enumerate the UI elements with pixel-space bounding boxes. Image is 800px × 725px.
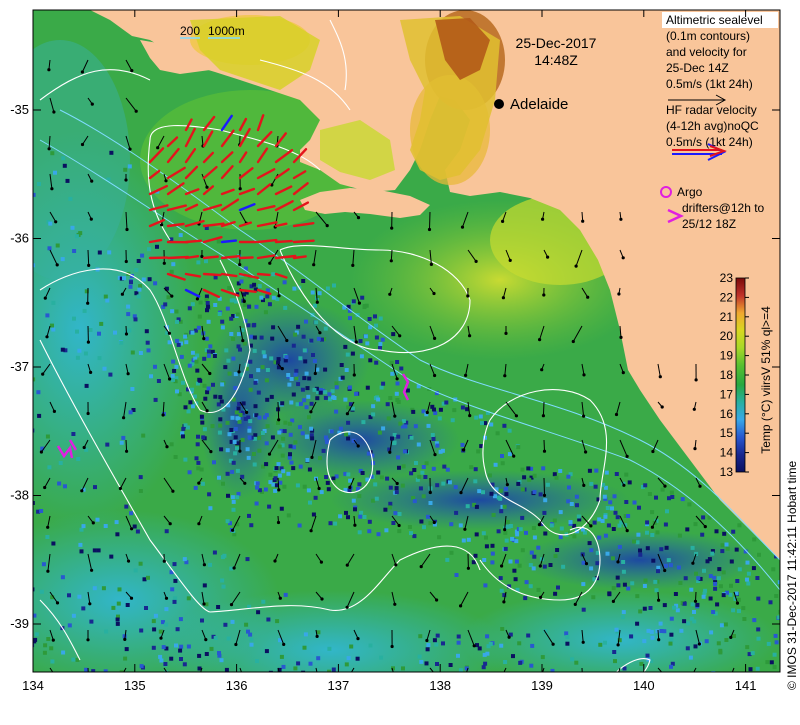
- depth-contour-key: 200 1000m: [180, 24, 245, 38]
- depth-key-1000m: 1000m: [208, 24, 245, 38]
- lon-tick-label: 138: [429, 678, 451, 693]
- colorbar-tick-label: 21: [720, 310, 734, 324]
- lon-tick-label: 137: [328, 678, 350, 693]
- legend-alt-line4: 25-Dec 14Z: [666, 61, 729, 75]
- legend-hf-line3: 0.5m/s (1kt 24h): [666, 135, 753, 149]
- colorbar-tick-label: 23: [720, 271, 734, 285]
- sst-map-figure: Adelaide 25-Dec-2017 14:48Z 200 1000m Al…: [0, 0, 800, 720]
- legend-argo-line1: Argo: [677, 185, 703, 199]
- lat-tick-label: -35: [10, 102, 29, 117]
- legend-alt-line1: Altimetric sealevel: [666, 13, 763, 27]
- datetime-line2: 14:48Z: [534, 52, 578, 68]
- lon-tick-label: 136: [226, 678, 248, 693]
- adelaide-marker: [494, 99, 504, 109]
- legend-alt-line3: and velocity for: [666, 45, 747, 59]
- lat-tick-label: -39: [10, 616, 29, 631]
- lat-tick-label: -37: [10, 359, 29, 374]
- colorbar-tick-label: 18: [720, 368, 734, 382]
- lat-tick-label: -38: [10, 488, 29, 503]
- legend-hf-line2: (4-12h avg)noQC: [666, 119, 759, 133]
- lon-tick-label: 134: [22, 678, 44, 693]
- lat-tick-label: -36: [10, 231, 29, 246]
- legend-hf-line1: HF radar velocity: [666, 103, 757, 117]
- depth-key-200: 200: [180, 24, 200, 38]
- colorbar-label: Temp (°C) viirsV 51% ql>=4: [759, 306, 773, 454]
- colorbar-tick-label: 19: [720, 349, 734, 363]
- legend-alt-line5: 0.5m/s (1kt 24h): [666, 77, 753, 91]
- colorbar-tick-label: 15: [720, 426, 734, 440]
- legend-argo-line2: drifters@12h to: [682, 201, 765, 215]
- colorbar-tick-label: 17: [720, 387, 734, 401]
- colorbar-tick-label: 22: [720, 290, 734, 304]
- lon-tick-label: 135: [124, 678, 146, 693]
- colorbar-tick-label: 14: [720, 446, 734, 460]
- lon-tick-label: 141: [735, 678, 757, 693]
- legend-alt-line2: (0.1m contours): [666, 29, 750, 43]
- lon-tick-label: 140: [633, 678, 655, 693]
- imos-credit: © IMOS 31-Dec-2017 11:42:11 Hobart time: [785, 461, 799, 690]
- lon-tick-label: 139: [531, 678, 553, 693]
- colorbar-tick-label: 20: [720, 329, 734, 343]
- colorbar-gradient: [736, 278, 745, 472]
- legend-argo-line3: 25/12 18Z: [682, 217, 736, 231]
- colorbar-tick-label: 16: [720, 407, 734, 421]
- map-plot-area: Adelaide 25-Dec-2017 14:48Z 200 1000m Al…: [0, 10, 800, 710]
- colorbar-tick-label: 13: [720, 465, 734, 479]
- datetime-line1: 25-Dec-2017: [516, 35, 597, 51]
- city-label: Adelaide: [510, 96, 568, 113]
